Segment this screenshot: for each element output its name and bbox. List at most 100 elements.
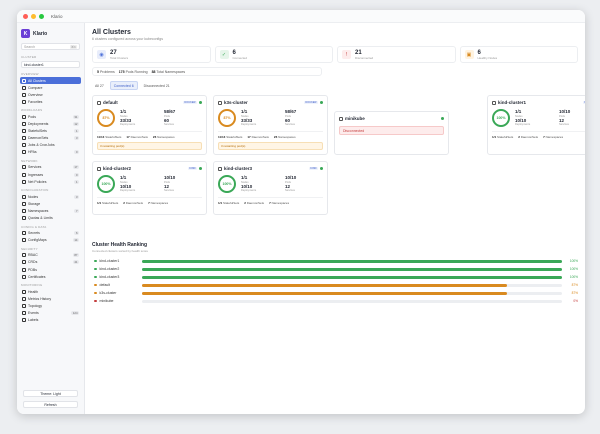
refresh-button[interactable]: Refresh — [23, 401, 78, 408]
sidebar-item-count: 1 — [74, 129, 79, 134]
ranking-cluster-name: k3s-cluster — [99, 291, 117, 295]
app-logo-icon: K — [21, 29, 30, 38]
ranking-name: kind-cluster2 — [92, 267, 142, 271]
sidebar-item-daemonsets[interactable]: DaemonSets 3 — [20, 135, 81, 142]
sidebar-item-health[interactable]: Health — [20, 288, 81, 295]
sidebar-item-labels[interactable]: Labels — [20, 317, 81, 324]
health-ring: 100% — [492, 109, 510, 127]
cluster-card[interactable]: minikube Disconnected — [334, 111, 449, 155]
footer-value: 2 — [244, 201, 246, 205]
sidebar-item-secrets[interactable]: Secrets 6 — [20, 230, 81, 237]
sidebar-item-label: Deployments — [28, 122, 49, 127]
ranking-row: kind-cluster1 100% — [92, 257, 578, 265]
cluster-metrics: 100% 1/1 Nodes 10/10 Pods 10/10 Deployments 12 S… — [97, 175, 202, 193]
theme-toggle-button[interactable]: Theme: Light — [23, 390, 78, 397]
sidebar-item-label: Quotas & Limits — [28, 216, 53, 221]
nav-section-title: CONFIG & DATA — [21, 224, 47, 229]
cluster-card[interactable]: default DOCKER 87% 1/1 Nodes 58/67 Pods 33/33 De… — [92, 95, 207, 155]
sidebar-item-favorites[interactable]: Favorites — [20, 98, 81, 105]
sidebar-item-label: Favorites — [28, 99, 43, 104]
sidebar-item-nodes[interactable]: Nodes 3 — [20, 193, 81, 200]
sidebar-item-events[interactable]: Events 124 — [20, 309, 81, 316]
sidebar-item-pdbs[interactable]: PDBs — [20, 266, 81, 273]
metric-label: Pods — [285, 114, 291, 118]
warning-badge: 3 restarting pod(s) — [97, 142, 202, 150]
cluster-icon — [339, 116, 343, 121]
status-dot — [94, 275, 97, 279]
sidebar-item-count: 1 — [74, 179, 79, 184]
health-percent: 100% — [569, 275, 578, 279]
cluster-name: kind-cluster2 — [103, 166, 132, 171]
sidebar-item-label: All Clusters — [28, 78, 46, 83]
sidebar-item-metrics-history[interactable]: Metrics History — [20, 295, 81, 302]
sidebar-item-namespaces[interactable]: Namespaces 7 — [20, 207, 81, 214]
cluster-card[interactable]: k3s-cluster DOCKER 87% 1/1 Nodes 58/67 Pods 33/… — [213, 95, 328, 155]
nav-section-title: OVERVIEW — [21, 72, 39, 76]
sidebar-item-statefulsets[interactable]: StatefulSets 1 — [20, 128, 81, 135]
sidebar-item-services[interactable]: Services 17 — [20, 164, 81, 171]
cluster-card[interactable]: kind-cluster1 KIND 100%1/1Nodes10/10Pods10… — [487, 95, 585, 155]
cluster-grid: default DOCKER 87% 1/1 Nodes 58/67 Pods 33/33 De… — [92, 95, 585, 235]
sidebar-item-deployments[interactable]: Deployments 12 — [20, 120, 81, 127]
stat-label: Disconnected — [355, 55, 374, 60]
sidebar-item-label: Overview — [28, 92, 43, 97]
cluster-card-footer: 1/1 StatefulSets 2 DaemonSets 7 Namespaces — [218, 197, 323, 205]
sidebar-item-hpas[interactable]: HPAs 0 — [20, 149, 81, 156]
sidebar-item-label: RBAC — [28, 253, 38, 258]
cluster-type-badge: KIND — [187, 167, 197, 170]
cluster-card-header: kind-cluster2 KIND — [97, 166, 202, 171]
cluster-card[interactable]: kind-cluster3 KIND 100% 1/1 Nodes 10/10 Pods 10… — [213, 161, 328, 215]
sidebar-item-quotas-limits[interactable]: Quotas & Limits — [20, 215, 81, 222]
filter-tabs: All 27 Connected 6 Disconnected 21 — [92, 81, 578, 90]
sidebar-item-crds[interactable]: CRDs 41 — [20, 259, 81, 266]
cluster-name: kind-cluster3 — [224, 166, 253, 171]
zoom-window-button[interactable] — [39, 13, 44, 19]
sidebar-item-net-policies[interactable]: Net Policies 1 — [20, 178, 81, 185]
search-input[interactable]: Search ⌘K — [21, 43, 80, 50]
cluster-card-header: default DOCKER — [97, 100, 202, 105]
ranking-title: Cluster Health Ranking — [92, 242, 148, 248]
brand: K Klario — [17, 23, 84, 41]
nav-section-title: SECURITY — [21, 246, 38, 251]
footer-value: 1/1 — [218, 201, 223, 205]
minimize-window-button[interactable] — [31, 13, 36, 19]
sidebar-item-storage[interactable]: Storage — [20, 200, 81, 207]
health-bar — [142, 259, 562, 263]
filter-connected-tab[interactable]: Connected 6 — [109, 81, 138, 90]
cluster-icon — [97, 166, 101, 171]
nav-section-title: NETWORK — [21, 158, 38, 163]
storage-icon — [22, 201, 26, 206]
stats-row: ◉ 27 Total Clusters ✓ 6 Connected! 21 Disconnec… — [92, 46, 578, 63]
sidebar-item-rbac[interactable]: RBAC 87 — [20, 252, 81, 259]
sidebar-item-certificates[interactable]: Certificates — [20, 273, 81, 280]
cluster-selector[interactable]: kind-cluster1 — [21, 61, 80, 68]
sidebar-item-configmaps[interactable]: ConfigMaps 14 — [20, 237, 81, 244]
ranking-row: minikube 0% — [92, 297, 578, 305]
namespaces-chip: 88 Total Namespaces — [151, 69, 186, 74]
health-percent: 87% — [571, 283, 578, 287]
node-icon: ▣ — [464, 50, 474, 59]
summary-chips: 5 Problems 175 Pods Running 88 Total Nam… — [92, 67, 322, 76]
status-dot — [94, 259, 97, 263]
health-bar-fill — [142, 275, 562, 279]
sidebar-item-overview[interactable]: Overview — [20, 91, 81, 98]
sidebar-item-jobs-cronjobs[interactable]: Jobs & CronJobs — [20, 142, 81, 149]
stat-card: ✓ 6 Connected — [214, 46, 333, 63]
sidebar-item-compare[interactable]: Compare — [20, 84, 81, 91]
sidebar-item-all-clusters[interactable]: All Clusters — [20, 77, 81, 85]
health-percent: 100% — [569, 259, 578, 263]
cluster-icon — [218, 166, 222, 171]
close-window-button[interactable] — [23, 13, 28, 19]
filter-disconnected-tab[interactable]: Disconnected 21 — [141, 82, 173, 89]
secrets-icon — [22, 231, 26, 236]
cluster-card[interactable]: kind-cluster2 KIND 100% 1/1 Nodes 10/10 Pods 10… — [92, 161, 207, 215]
sidebar-item-pods[interactable]: Pods 31 — [20, 113, 81, 120]
cluster-type-badge: KIND — [308, 167, 318, 170]
filter-all-tab[interactable]: All 27 — [92, 82, 107, 89]
metric-label: Deployments — [120, 123, 136, 126]
ranking-cluster-name: kind-cluster1 — [99, 259, 120, 263]
status-dot — [94, 299, 97, 303]
footer-value: 7 — [269, 201, 271, 205]
sidebar-item-ingresses[interactable]: Ingresses 0 — [20, 171, 81, 178]
sidebar-item-topology[interactable]: Topology — [20, 302, 81, 309]
